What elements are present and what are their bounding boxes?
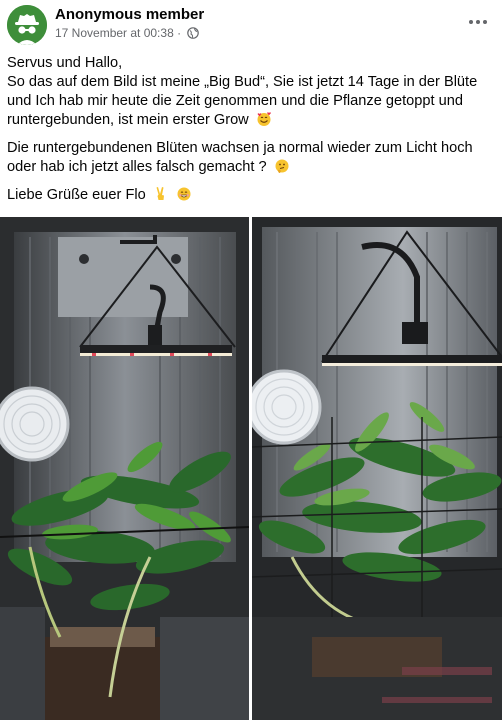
grow-tent-photo-1-icon [0,217,249,720]
smiling-face-icon [177,187,191,201]
post-text: Servus und Hallo, So das auf dem Bild is… [7,54,497,214]
paragraph-1: So das auf dem Bild ist meine „Big Bud“,… [7,74,478,128]
thinking-face-icon [275,159,289,173]
post-photo-2[interactable] [252,217,502,720]
avatar[interactable] [7,5,47,45]
post-paragraph: Die runtergebundenen Blüten wachsen ja n… [7,139,497,177]
smiling-face-with-hearts-icon [257,112,271,126]
greeting-line: Servus und Hallo, [7,55,123,71]
post-photo-1[interactable] [0,217,249,720]
post-meta: 17 November at 00:38 · [55,26,200,40]
meta-separator: · [177,26,182,40]
anonymous-avatar-icon [7,5,47,45]
post-paragraph: Servus und Hallo, So das auf dem Bild is… [7,54,497,130]
signoff: Liebe Grüße euer Flo [7,187,146,203]
post-paragraph: Liebe Grüße euer Flo [7,186,497,205]
victory-hand-icon [156,187,164,200]
public-icon [187,27,200,39]
post-header: Anonymous member 17 November at 00:38 · [0,0,502,50]
post-timestamp[interactable]: 17 November at 00:38 [55,26,174,40]
photo-grid [0,217,502,720]
author-name[interactable]: Anonymous member [55,6,204,23]
more-options-icon [469,20,487,24]
more-options-button[interactable] [464,10,492,34]
grow-tent-photo-2-icon [252,217,502,720]
paragraph-2: Die runtergebundenen Blüten wachsen ja n… [7,140,473,175]
